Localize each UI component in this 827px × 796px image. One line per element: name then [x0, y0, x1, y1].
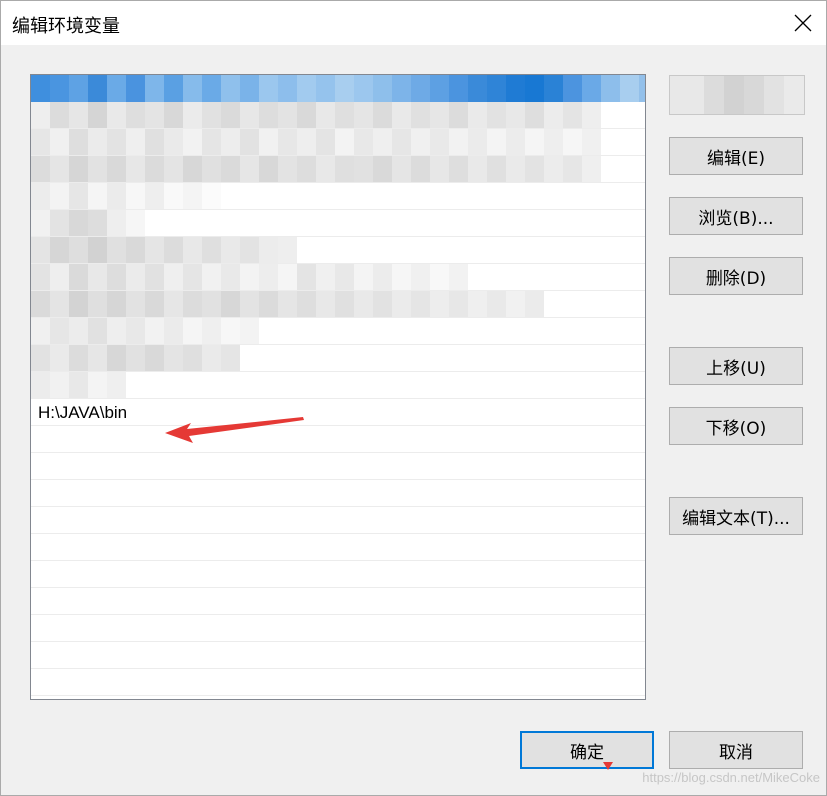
watermark: https://blog.csdn.net/MikeCoke: [642, 770, 820, 785]
list-item-empty: [31, 480, 645, 507]
dialog-title: 编辑环境变量: [12, 16, 120, 37]
path-list[interactable]: H:\JAVA\bin: [30, 74, 646, 700]
list-item-label: H:\JAVA\bin: [38, 403, 128, 422]
pixelated-entry: [31, 156, 601, 182]
close-icon: [794, 14, 812, 32]
list-item[interactable]: [31, 291, 645, 318]
list-item[interactable]: [31, 156, 645, 183]
edit-environment-variable-dialog: 编辑环境变量 H:\JAVA\bin 编辑(E) 浏览(B)... 删除(D) …: [0, 0, 827, 796]
delete-button[interactable]: 删除(D): [669, 257, 803, 295]
list-item-empty: [31, 507, 645, 534]
pixelated-entry: [31, 372, 126, 398]
cancel-button[interactable]: 取消: [669, 731, 803, 769]
list-item-empty: [31, 426, 645, 453]
new-button-pixelated[interactable]: [669, 75, 805, 115]
pixelated-entry: [31, 183, 221, 209]
list-item-selected[interactable]: [31, 75, 645, 102]
list-item-empty: [31, 615, 645, 642]
list-item[interactable]: [31, 210, 645, 237]
title-bar: 编辑环境变量: [1, 1, 826, 45]
list-item-empty: [31, 642, 645, 669]
list-item[interactable]: [31, 237, 645, 264]
list-item-empty: [31, 453, 645, 480]
list-item[interactable]: [31, 345, 645, 372]
pixelated-entry: [31, 318, 259, 344]
pixelated-entry: [31, 345, 240, 371]
close-button[interactable]: [780, 1, 826, 45]
annotation-triangle: [603, 762, 613, 770]
pixelated-entry: [31, 264, 468, 290]
pixelated-entry: [31, 102, 601, 128]
pixelated-entry: [31, 75, 639, 102]
edit-button[interactable]: 编辑(E): [669, 137, 803, 175]
list-item-empty: [31, 588, 645, 615]
list-item[interactable]: [31, 372, 645, 399]
list-item[interactable]: [31, 102, 645, 129]
list-item[interactable]: [31, 318, 645, 345]
list-item[interactable]: H:\JAVA\bin: [31, 399, 645, 426]
browse-button[interactable]: 浏览(B)...: [669, 197, 803, 235]
annotation-arrow: [165, 417, 304, 443]
move-up-button[interactable]: 上移(U): [669, 347, 803, 385]
pixelated-entry: [31, 210, 145, 236]
ok-button[interactable]: 确定: [520, 731, 654, 769]
pixelated-entry: [31, 291, 544, 317]
list-item[interactable]: [31, 129, 645, 156]
list-item-empty: [31, 534, 645, 561]
edit-text-button[interactable]: 编辑文本(T)...: [669, 497, 803, 535]
list-item[interactable]: [31, 183, 645, 210]
list-item-empty: [31, 561, 645, 588]
list-item-empty: [31, 669, 645, 696]
pixelated-entry: [31, 129, 601, 155]
pixelated-entry: [31, 237, 297, 263]
list-item[interactable]: [31, 264, 645, 291]
move-down-button[interactable]: 下移(O): [669, 407, 803, 445]
